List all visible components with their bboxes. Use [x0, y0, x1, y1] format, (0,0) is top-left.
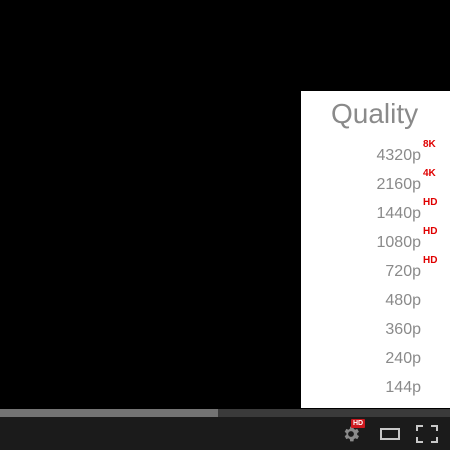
- fullscreen-button[interactable]: [410, 417, 444, 450]
- quality-option-label: 720p: [385, 263, 421, 280]
- quality-option-2160p[interactable]: 2160p 4K: [376, 168, 436, 201]
- quality-option-4320p[interactable]: 4320p 8K: [376, 139, 436, 172]
- quality-menu-title: Quality: [331, 98, 419, 129]
- quality-option-label: 144p: [385, 379, 421, 396]
- quality-option-1080p[interactable]: 1080p HD: [376, 226, 438, 259]
- quality-options-list: 4320p 8K 2160p 4K 1440p HD 1080p HD 720p HD 4…: [376, 139, 438, 404]
- quality-option-badge: HD: [423, 197, 438, 208]
- quality-option-label: 480p: [385, 292, 421, 309]
- video-player: Quality 4320p 8K 2160p 4K 1440p HD 1080p HD …: [0, 0, 450, 450]
- theater-mode-button[interactable]: [375, 417, 405, 450]
- quality-option-badge: HD: [423, 255, 438, 266]
- progress-bar[interactable]: [0, 409, 450, 417]
- quality-menu: Quality 4320p 8K 2160p 4K 1440p HD 1080p HD …: [301, 91, 450, 408]
- progress-buffered: [0, 409, 219, 417]
- quality-option-144p[interactable]: 144p: [377, 375, 421, 404]
- hd-badge: HD: [351, 419, 366, 428]
- quality-option-720p[interactable]: 720p HD: [377, 255, 437, 288]
- control-bar: HD: [0, 417, 450, 450]
- quality-option-label: 2160p: [376, 176, 422, 193]
- quality-option-480p[interactable]: 480p: [377, 288, 421, 317]
- quality-option-240p[interactable]: 240p: [377, 346, 421, 375]
- quality-option-360p[interactable]: 360p: [377, 317, 421, 346]
- quality-option-label: 1440p: [376, 205, 422, 222]
- settings-button[interactable]: HD: [336, 417, 366, 450]
- quality-option-label: 240p: [385, 350, 421, 367]
- quality-option-badge: HD: [423, 226, 438, 237]
- quality-option-badge: 4K: [423, 168, 436, 179]
- theater-mode-icon: [380, 427, 400, 440]
- quality-option-label: 4320p: [376, 147, 422, 164]
- quality-option-1440p[interactable]: 1440p HD: [376, 197, 438, 230]
- quality-option-label: 1080p: [376, 234, 422, 251]
- quality-option-label: 360p: [385, 321, 421, 338]
- fullscreen-icon: [416, 424, 438, 443]
- quality-option-badge: 8K: [423, 139, 436, 150]
